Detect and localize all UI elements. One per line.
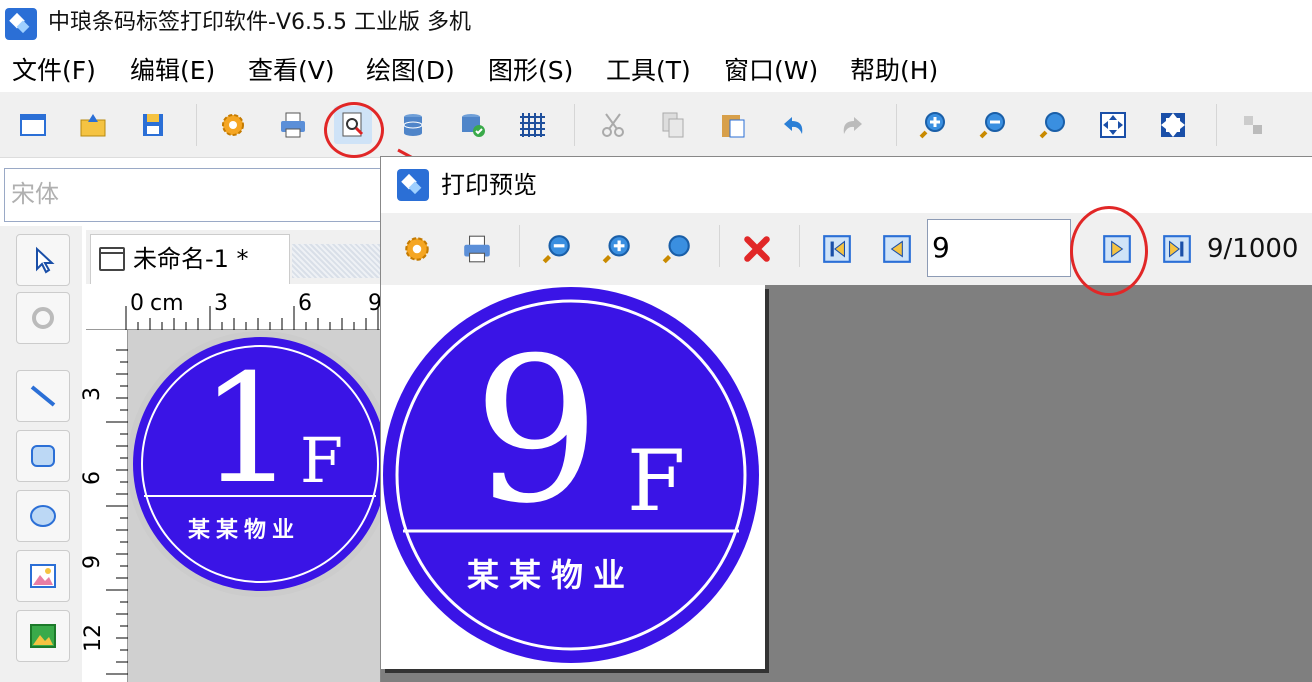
- ruler-tick-label: 12: [81, 624, 106, 652]
- annotation-circle: [324, 102, 384, 158]
- undo-icon[interactable]: [774, 106, 812, 144]
- ruler-tick-label: 3: [80, 387, 105, 401]
- label-org: 某某物业: [188, 517, 301, 543]
- window-icon: [99, 247, 125, 271]
- print-preview-window: 打印预览 9 9/1000 9 F 某某物业: [380, 156, 1312, 682]
- drawing-tools-panel: [0, 226, 82, 682]
- ellipse-tool-icon[interactable]: [16, 490, 70, 542]
- design-canvas[interactable]: 1 F 某某物业: [128, 330, 382, 682]
- rotate-icon[interactable]: [16, 292, 70, 344]
- menu-help[interactable]: 帮助(H): [850, 50, 938, 92]
- copy-icon[interactable]: [654, 106, 692, 144]
- ruler-tick-label: 3: [214, 291, 228, 316]
- menu-view[interactable]: 查看(V): [248, 50, 335, 92]
- preview-label-org: 某某物业: [467, 556, 636, 594]
- title-bar: 中琅条码标签打印软件-V6.5.5 工业版 多机: [0, 0, 1312, 50]
- zoom-in-icon[interactable]: [597, 229, 637, 269]
- preview-title: 打印预览: [441, 171, 537, 199]
- page-count: 9/1000: [1207, 234, 1299, 264]
- preview-area: 9 F 某某物业: [381, 285, 1312, 682]
- zoom-out-icon[interactable]: [974, 106, 1012, 144]
- app-title: 中琅条码标签打印软件-V6.5.5 工业版 多机: [48, 10, 471, 35]
- font-selector[interactable]: 宋体: [4, 168, 382, 222]
- align-icon[interactable]: [1234, 106, 1272, 144]
- font-name: 宋体: [11, 180, 59, 208]
- line-tool-icon[interactable]: [16, 370, 70, 422]
- app-logo-icon: [397, 169, 429, 201]
- preview-label-suffix: F: [627, 432, 686, 530]
- menu-bar: 文件(F) 编辑(E) 查看(V) 绘图(D) 图形(S) 工具(T) 窗口(W…: [0, 50, 1312, 92]
- print-icon[interactable]: [274, 106, 312, 144]
- cut-icon[interactable]: [594, 106, 632, 144]
- open-icon[interactable]: [74, 106, 112, 144]
- page-number-input[interactable]: 9: [927, 219, 1071, 277]
- rectangle-tool-icon[interactable]: [16, 430, 70, 482]
- ruler-tick-label: 6: [298, 291, 312, 316]
- app-logo-icon: [5, 8, 37, 40]
- grid-icon[interactable]: [514, 106, 552, 144]
- zoom-reset-icon[interactable]: [657, 229, 697, 269]
- first-page-icon[interactable]: [817, 229, 857, 269]
- image-tool-icon[interactable]: [16, 550, 70, 602]
- settings-icon[interactable]: [214, 106, 252, 144]
- select-pointer-icon[interactable]: [16, 234, 70, 286]
- previous-page-icon[interactable]: [877, 229, 917, 269]
- menu-window[interactable]: 窗口(W): [724, 50, 818, 92]
- ruler-tick-label: 9: [80, 555, 105, 569]
- print-icon[interactable]: [457, 229, 497, 269]
- menu-draw[interactable]: 绘图(D): [366, 50, 455, 92]
- menu-tools[interactable]: 工具(T): [606, 50, 691, 92]
- menu-shape[interactable]: 图形(S): [488, 50, 573, 92]
- fit-icon[interactable]: [1094, 106, 1132, 144]
- database-settings-icon[interactable]: [454, 106, 492, 144]
- tab-title: 未命名-1 *: [133, 245, 249, 273]
- annotation-circle: [1070, 206, 1148, 296]
- vertical-ruler: 3 6 9 12: [80, 330, 128, 682]
- zoom-in-icon[interactable]: [914, 106, 952, 144]
- preview-toolbar: 9 9/1000: [381, 213, 1312, 285]
- preview-label-number: 9: [473, 315, 601, 548]
- ruler-unit: cm: [150, 291, 184, 316]
- tab-document[interactable]: 未命名-1 *: [90, 234, 290, 284]
- menu-edit[interactable]: 编辑(E): [130, 50, 215, 92]
- main-toolbar: [0, 92, 1312, 158]
- preview-page: 9 F 某某物业: [381, 285, 765, 669]
- label-number: 1: [200, 343, 296, 517]
- database-icon[interactable]: [394, 106, 432, 144]
- close-icon[interactable]: [737, 229, 777, 269]
- ruler-origin-label: 0: [130, 291, 144, 316]
- ruler-tick-label: 6: [80, 471, 105, 485]
- new-icon[interactable]: [14, 106, 52, 144]
- picture-tool-icon[interactable]: [16, 610, 70, 662]
- last-page-icon[interactable]: [1157, 229, 1197, 269]
- document-tabs: 未命名-1 *: [86, 230, 386, 284]
- redo-icon[interactable]: [834, 106, 872, 144]
- zoom-reset-icon[interactable]: [1034, 106, 1072, 144]
- label-suffix: F: [300, 424, 344, 497]
- preview-title-bar: 打印预览: [381, 157, 1312, 213]
- settings-icon[interactable]: [397, 229, 437, 269]
- paste-icon[interactable]: [714, 106, 752, 144]
- fit-page-icon[interactable]: [1154, 106, 1192, 144]
- save-icon[interactable]: [134, 106, 172, 144]
- zoom-out-icon[interactable]: [537, 229, 577, 269]
- menu-file[interactable]: 文件(F): [12, 50, 96, 92]
- horizontal-ruler: 0 cm 3 6 9: [86, 284, 382, 330]
